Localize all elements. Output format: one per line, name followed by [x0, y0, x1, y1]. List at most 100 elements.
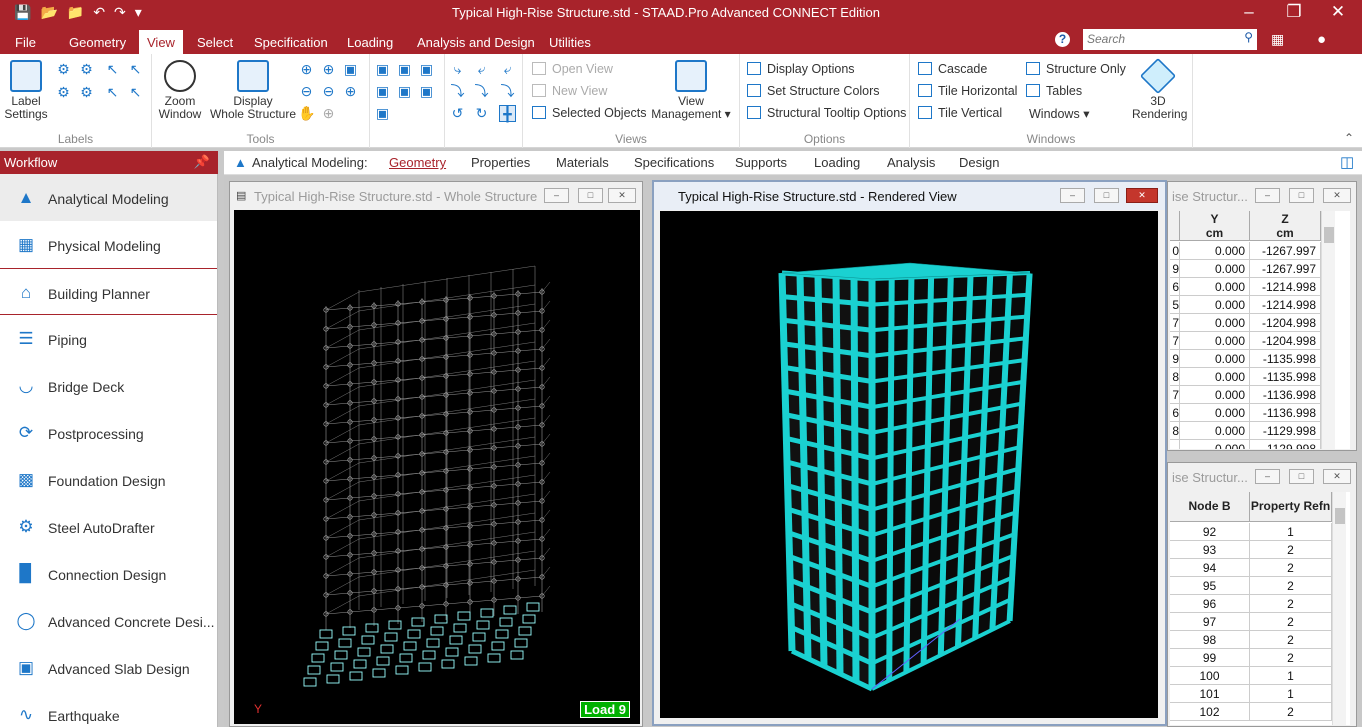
nodes-maximize-button[interactable]: □: [1289, 188, 1314, 203]
label-settings-button[interactable]: Label Settings: [4, 60, 48, 121]
minimize-button[interactable]: –: [1234, 2, 1264, 22]
table-cell[interactable]: -1204.998: [1250, 314, 1321, 332]
tab-geometry[interactable]: Geometry: [389, 155, 446, 170]
table-cell[interactable]: 100: [1170, 667, 1250, 685]
tooltip-options-button[interactable]: Structural Tooltip Options: [747, 106, 906, 120]
set-structure-colors-button[interactable]: Set Structure Colors: [747, 84, 880, 98]
view-management-button[interactable]: View Management ▾: [647, 60, 735, 121]
nodes-scroll-thumb[interactable]: [1324, 227, 1334, 243]
table-cell[interactable]: 0.000: [1180, 422, 1250, 440]
table-cell[interactable]: 2: [1250, 559, 1332, 577]
workflow-item-earthquake[interactable]: ∿ Earthquake: [0, 691, 217, 727]
table-cell[interactable]: -1214.998: [1250, 296, 1321, 314]
nodes-close-button[interactable]: ✕: [1323, 188, 1351, 203]
table-cell[interactable]: 0.000: [1180, 314, 1250, 332]
rendered-viewport[interactable]: [660, 211, 1158, 718]
tab-specifications[interactable]: Specifications: [634, 155, 714, 170]
menu-select[interactable]: Select: [197, 35, 233, 50]
view-back-icon[interactable]: ▣: [396, 61, 413, 78]
zoom-window-button[interactable]: Zoom Window: [158, 60, 202, 121]
table-cell[interactable]: 2: [1250, 613, 1332, 631]
whole-maximize-button[interactable]: □: [578, 188, 603, 203]
table-cell[interactable]: -1214.998: [1250, 278, 1321, 296]
dynamic-zoom-icon[interactable]: ⊕: [342, 83, 359, 100]
table-cell[interactable]: 0.000: [1180, 260, 1250, 278]
table-cell[interactable]: 0.000: [1180, 368, 1250, 386]
view-right-icon[interactable]: ▣: [374, 83, 391, 100]
whole-close-button[interactable]: ✕: [608, 188, 636, 203]
table-cell[interactable]: 7: [1170, 332, 1180, 350]
cursor-solid-icon[interactable]: ↖: [127, 84, 144, 101]
whole-structure-window[interactable]: ▤ Typical High-Rise Structure.std - Whol…: [229, 181, 643, 727]
tab-supports[interactable]: Supports: [735, 155, 787, 170]
table-cell[interactable]: 95: [1170, 577, 1250, 595]
zoom-out-icon[interactable]: ⊖: [298, 83, 315, 100]
table-cell[interactable]: 0: [1170, 242, 1180, 260]
workflow-item-piping[interactable]: ☰ Piping: [0, 315, 217, 362]
rotate-cw-icon[interactable]: ↻: [473, 105, 490, 122]
community-icon[interactable]: ▦: [1271, 31, 1284, 48]
table-cell[interactable]: 0.000: [1180, 278, 1250, 296]
menu-analysis-design[interactable]: Analysis and Design: [417, 35, 535, 50]
cursor-label-icon[interactable]: ↖: [104, 61, 121, 78]
table-cell[interactable]: -1129.998: [1250, 422, 1321, 440]
rendered-maximize-button[interactable]: □: [1094, 188, 1119, 203]
zoom-in-icon[interactable]: ⊕: [298, 61, 315, 78]
cursor-plate-icon[interactable]: ↖: [104, 84, 121, 101]
beams-minimize-button[interactable]: –: [1255, 469, 1280, 484]
selected-objects-button[interactable]: Selected Objects: [532, 106, 647, 120]
table-cell[interactable]: 0.000: [1180, 350, 1250, 368]
pin-icon[interactable]: 📌: [194, 154, 210, 170]
table-cell[interactable]: -1136.998: [1250, 404, 1321, 422]
solid-numbers-icon[interactable]: ⚙: [78, 84, 95, 101]
close-button[interactable]: ✕: [1323, 2, 1353, 22]
tile-horizontal-button[interactable]: Tile Horizontal: [918, 84, 1017, 98]
menu-utilities[interactable]: Utilities: [549, 35, 591, 50]
zoom-fit-icon[interactable]: ▣: [342, 61, 359, 78]
table-cell[interactable]: 93: [1170, 541, 1250, 559]
tab-properties[interactable]: Properties: [471, 155, 530, 170]
rendered-close-button[interactable]: ✕: [1126, 188, 1158, 203]
table-cell[interactable]: -1267.997: [1250, 242, 1321, 260]
table-cell[interactable]: 9: [1170, 260, 1180, 278]
table-cell[interactable]: 99: [1170, 649, 1250, 667]
tile-vertical-button[interactable]: Tile Vertical: [918, 106, 1002, 120]
table-cell[interactable]: 8: [1170, 368, 1180, 386]
beams-table[interactable]: Node B Property Refn 92 1 93 2 94 2 95 2 96 2 97 2 9…: [1170, 492, 1350, 725]
table-cell[interactable]: 2: [1250, 649, 1332, 667]
workflow-item-postprocessing[interactable]: ⟳ Postprocessing: [0, 409, 217, 456]
nodes-table[interactable]: Ycm Zcm 0 0.000 -1267.997 9 0.000 -1267.997 6 0…: [1170, 211, 1350, 449]
zoom-region-icon[interactable]: ⊕: [320, 61, 337, 78]
workflow-item-steel-autodrafter[interactable]: ⚙ Steel AutoDrafter: [0, 503, 217, 550]
menu-specification[interactable]: Specification: [254, 35, 328, 50]
beams-maximize-button[interactable]: □: [1289, 469, 1314, 484]
magnifier-icon[interactable]: ⊕: [320, 105, 337, 122]
table-cell[interactable]: 0.000: [1180, 242, 1250, 260]
table-cell[interactable]: 94: [1170, 559, 1250, 577]
structure-only-button[interactable]: Structure Only: [1026, 62, 1126, 76]
spin-left-icon[interactable]: ⤵: [473, 83, 490, 100]
nodes-minimize-button[interactable]: –: [1255, 188, 1280, 203]
rotate-right-icon[interactable]: ⤶: [473, 61, 490, 78]
table-cell[interactable]: 97: [1170, 613, 1250, 631]
workflow-item-advanced-slab-design[interactable]: ▣ Advanced Slab Design: [0, 644, 217, 691]
nodes-scrollbar[interactable]: [1321, 211, 1335, 449]
table-cell[interactable]: -1204.998: [1250, 332, 1321, 350]
beams-scroll-thumb[interactable]: [1335, 508, 1345, 524]
new-view-button[interactable]: New View: [532, 84, 607, 98]
workflow-item-physical-modeling[interactable]: ▦ Physical Modeling: [0, 221, 217, 268]
menu-file[interactable]: File: [15, 35, 36, 50]
spin-right-icon[interactable]: ⤵: [499, 83, 516, 100]
table-cell[interactable]: 6: [1170, 404, 1180, 422]
table-cell[interactable]: 0.000: [1180, 332, 1250, 350]
tab-analysis[interactable]: Analysis: [887, 155, 935, 170]
user-icon[interactable]: ●: [1317, 31, 1326, 48]
search-icon[interactable]: ⚲: [1244, 30, 1253, 44]
nodes-table-window[interactable]: ise Structur... – □ ✕ Ycm Zcm 0 0.000 -126…: [1167, 181, 1357, 451]
search-input[interactable]: Search ⚲: [1083, 29, 1257, 50]
beams-close-button[interactable]: ✕: [1323, 469, 1351, 484]
node-numbers-icon[interactable]: ⚙: [55, 61, 72, 78]
cascade-button[interactable]: Cascade: [918, 62, 987, 76]
open-view-button[interactable]: Open View: [532, 62, 613, 76]
table-cell[interactable]: 0.000: [1180, 386, 1250, 404]
